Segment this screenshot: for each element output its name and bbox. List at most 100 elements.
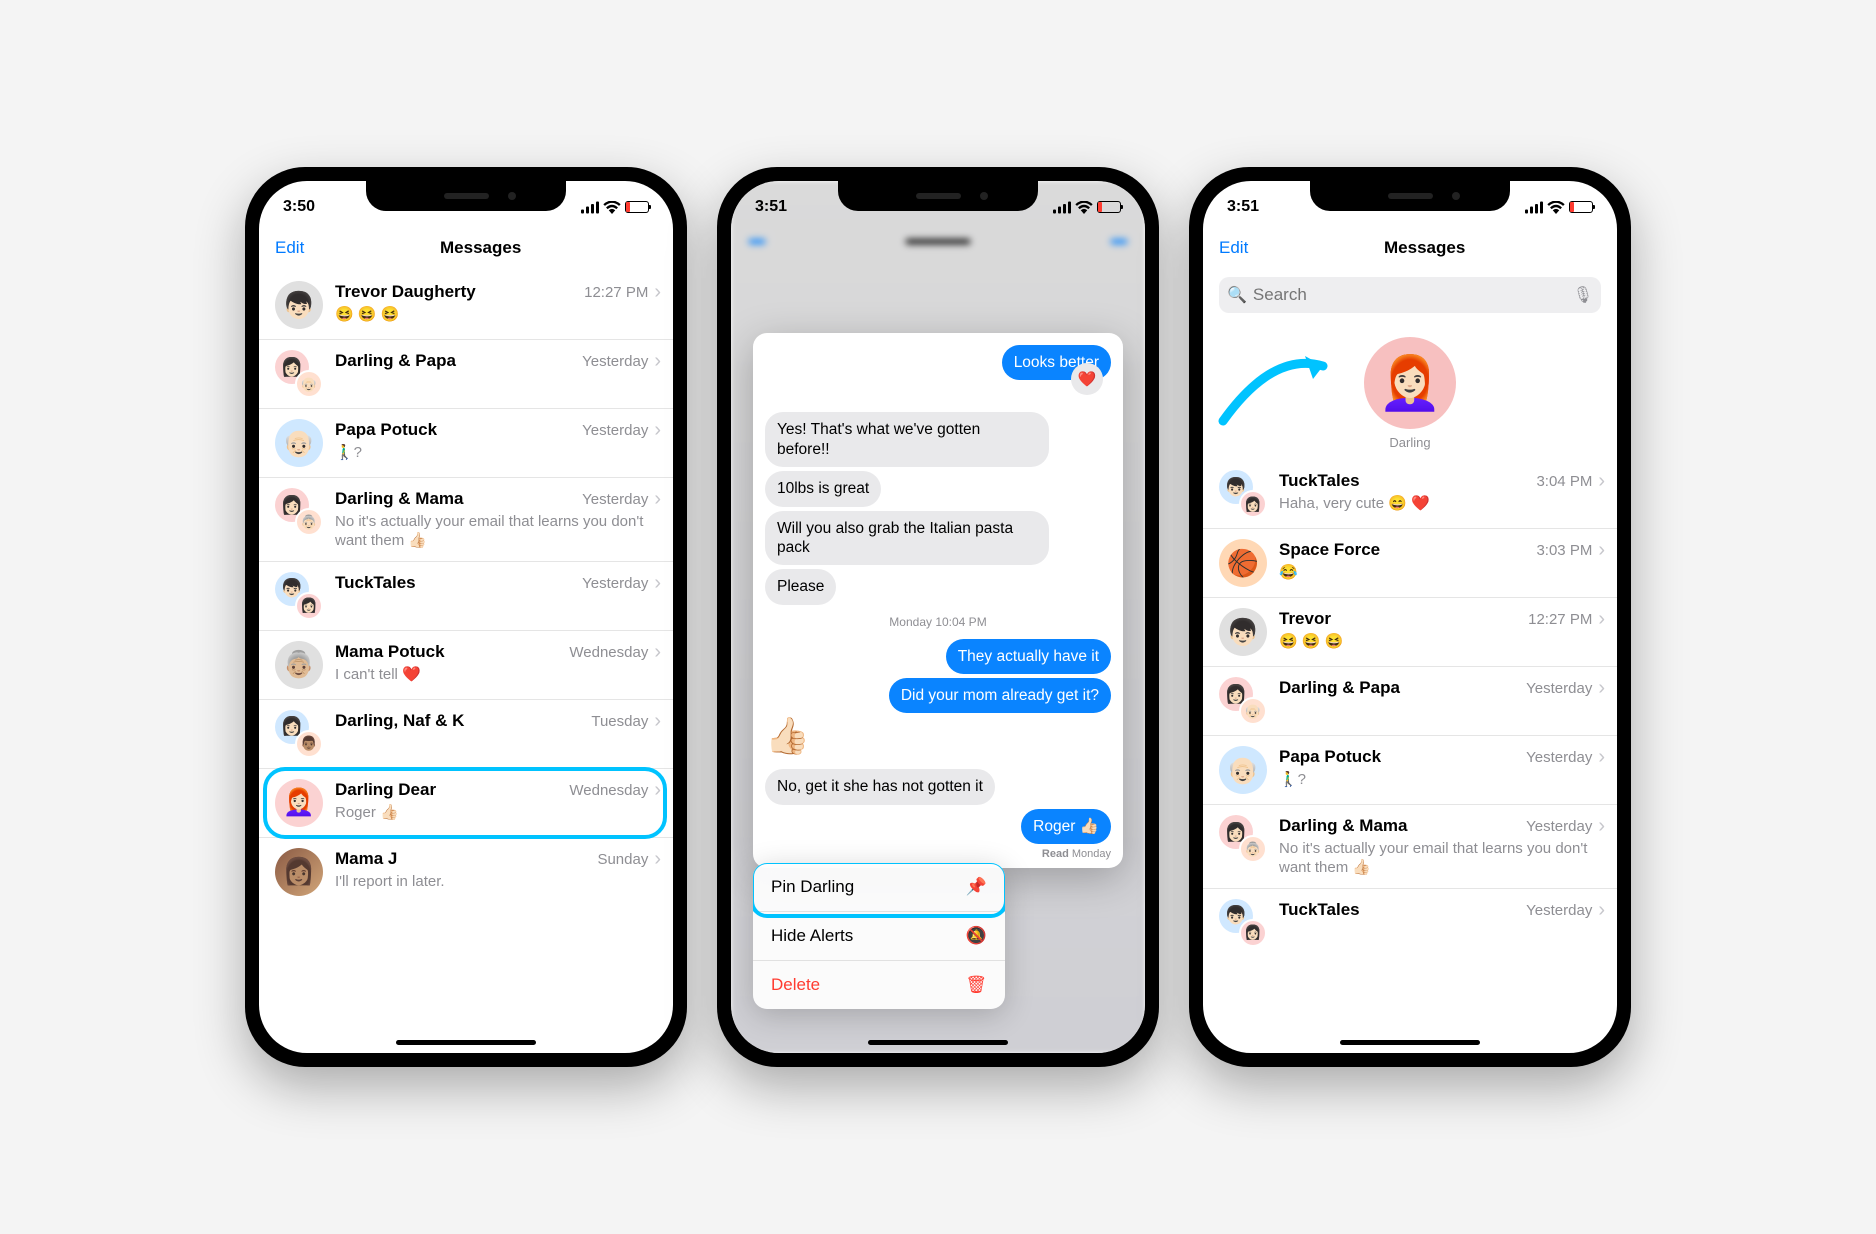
- received-bubble: Will you also grab the Italian pasta pac…: [765, 511, 1049, 566]
- row-time: 12:27 PM: [584, 284, 648, 301]
- avatar: 👩🏻👴🏻: [275, 350, 323, 398]
- conversation-row[interactable]: 👵🏼 Mama PotuckWednesday› I can't tell ❤️: [259, 631, 673, 700]
- chevron-right-icon: ›: [1598, 746, 1605, 769]
- edit-button[interactable]: Edit: [1219, 238, 1248, 258]
- message-preview: No it's actually your email that learns …: [1279, 840, 1605, 878]
- conversation-row[interactable]: 👩🏻👵🏻 Darling & MamaYesterday›No it's act…: [1203, 805, 1617, 889]
- conversation-row[interactable]: 👩🏻👴🏻 Darling & PapaYesterday›: [259, 340, 673, 409]
- avatar: 👵🏼: [275, 641, 323, 689]
- trash-icon: 🗑: [965, 975, 987, 995]
- status-time: 3:50: [283, 198, 315, 216]
- conversation-row[interactable]: 👩🏽 Mama JSunday› I'll report in later.: [259, 838, 673, 906]
- battery-icon: [1097, 201, 1121, 213]
- sent-bubble: They actually have it: [946, 639, 1111, 674]
- contact-name: Darling & Mama: [1279, 816, 1407, 836]
- row-time: Yesterday: [582, 491, 648, 508]
- tapback-heart-icon: ❤️: [1071, 363, 1103, 395]
- conversation-row[interactable]: 👦🏻👩🏻 TuckTalesYesterday›: [1203, 889, 1617, 957]
- delete-conversation-button[interactable]: Delete 🗑: [753, 961, 1005, 1009]
- wifi-icon: [1075, 201, 1093, 214]
- contact-name: Mama J: [335, 849, 397, 869]
- row-time: Tuesday: [591, 713, 648, 730]
- pin-conversation-button[interactable]: Pin Darling 📌: [753, 863, 1005, 912]
- conversation-row[interactable]: 👦🏻👩🏻 TuckTales3:04 PM›Haha, very cute 😄 …: [1203, 460, 1617, 529]
- message-preview: 😆 😆 😆: [1279, 633, 1605, 652]
- received-bubble: No, get it she has not gotten it: [765, 769, 995, 804]
- sent-bubble: Did your mom already get it?: [889, 678, 1111, 713]
- message-preview: 😂: [1279, 564, 1605, 583]
- contact-name: Papa Potuck: [1279, 747, 1381, 767]
- page-title: Messages: [440, 238, 521, 258]
- received-bubble: Yes! That's what we've gotten before!!: [765, 412, 1049, 467]
- avatar: 👩🏻👴🏻: [1219, 677, 1267, 725]
- signal-icon: [1525, 201, 1543, 214]
- row-time: 3:04 PM: [1536, 473, 1592, 490]
- row-time: Wednesday: [569, 644, 648, 661]
- pin-icon: 📌: [966, 877, 987, 897]
- home-indicator[interactable]: [1340, 1040, 1480, 1045]
- avatar: 👩🏻👵🏻: [1219, 815, 1267, 863]
- conversation-list[interactable]: 👦🏻 Trevor Daugherty12:27 PM› 😆 😆 😆 👩🏻👴🏻 …: [259, 271, 673, 906]
- nav-bar: Edit Messages: [1203, 225, 1617, 271]
- avatar: 👴🏻: [275, 419, 323, 467]
- avatar: 👦🏻: [1219, 608, 1267, 656]
- pinned-contact[interactable]: 👩🏻‍🦰 Darling: [1364, 337, 1456, 450]
- contact-name: Darling & Papa: [1279, 678, 1400, 698]
- contact-name: Darling & Papa: [335, 351, 456, 371]
- avatar: 🏀: [1219, 539, 1267, 587]
- message-preview: I can't tell ❤️: [335, 666, 661, 685]
- search-field[interactable]: 🔍 🎙: [1219, 277, 1601, 313]
- contact-name: Darling & Mama: [335, 489, 463, 509]
- chevron-right-icon: ›: [654, 350, 661, 373]
- row-time: Wednesday: [569, 782, 648, 799]
- avatar: 👴🏻: [1219, 746, 1267, 794]
- row-time: 12:27 PM: [1528, 611, 1592, 628]
- conversation-row[interactable]: 👩🏻👨🏽 Darling, Naf & KTuesday›: [259, 700, 673, 769]
- conversation-row[interactable]: 👴🏻 Papa PotuckYesterday›🚶‍♂️?: [1203, 736, 1617, 805]
- conversation-row[interactable]: 👴🏻 Papa PotuckYesterday› 🚶‍♂️?: [259, 409, 673, 478]
- conversation-row-highlighted[interactable]: 👩🏻‍🦰 Darling DearWednesday› Roger 👍🏻: [259, 769, 673, 838]
- search-input[interactable]: [1253, 285, 1567, 305]
- chevron-right-icon: ›: [1598, 815, 1605, 838]
- status-time: 3:51: [755, 198, 787, 216]
- hide-alerts-button[interactable]: Hide Alerts 🔕: [753, 912, 1005, 961]
- chevron-right-icon: ›: [1598, 470, 1605, 493]
- chevron-right-icon: ›: [1598, 899, 1605, 922]
- edit-button[interactable]: Edit: [275, 238, 304, 258]
- contact-name: Trevor Daugherty: [335, 282, 476, 302]
- row-time: Yesterday: [1526, 680, 1592, 697]
- conversation-row[interactable]: 👦🏻 Trevor Daugherty12:27 PM› 😆 😆 😆: [259, 271, 673, 340]
- contact-name: Papa Potuck: [335, 420, 437, 440]
- conversation-preview-card[interactable]: Looks better ❤️ Yes! That's what we've g…: [753, 333, 1123, 868]
- avatar: 👦🏻👩🏻: [275, 572, 323, 620]
- signal-icon: [1053, 201, 1071, 214]
- pinned-name: Darling: [1364, 435, 1456, 450]
- home-indicator[interactable]: [868, 1040, 1008, 1045]
- row-time: 3:03 PM: [1536, 542, 1592, 559]
- conversation-row[interactable]: 🏀 Space Force3:03 PM›😂: [1203, 529, 1617, 598]
- contact-name: Space Force: [1279, 540, 1380, 560]
- conversation-list[interactable]: 👦🏻👩🏻 TuckTales 3:04 PM › Haha, very cute 😄 …: [1203, 460, 1617, 957]
- conversation-row[interactable]: 👩🏻👴🏻 Darling & PapaYesterday›: [1203, 667, 1617, 736]
- row-time: Sunday: [597, 851, 648, 868]
- pin-label: Pin Darling: [771, 877, 854, 897]
- notch: [838, 181, 1038, 211]
- message-preview: 😆 😆 😆: [335, 306, 661, 325]
- notch: [366, 181, 566, 211]
- avatar: 👩🏻👵🏻: [275, 488, 323, 536]
- conversation-row[interactable]: 👦🏻 Trevor12:27 PM›😆 😆 😆: [1203, 598, 1617, 667]
- phone-messages-list: 3:50 Edit Messages 👦🏻 Trevor Daugherty12…: [245, 167, 687, 1067]
- row-time: Yesterday: [582, 422, 648, 439]
- pinned-conversations: 👩🏻‍🦰 Darling: [1203, 323, 1617, 460]
- conversation-row[interactable]: 👩🏻👵🏻 Darling & MamaYesterday› No it's ac…: [259, 478, 673, 562]
- avatar: 👦🏻👩🏻: [1219, 899, 1267, 947]
- contact-name: TuckTales: [1279, 471, 1360, 491]
- home-indicator[interactable]: [396, 1040, 536, 1045]
- message-preview: Haha, very cute 😄 ❤️: [1279, 495, 1605, 514]
- contact-name: Darling Dear: [335, 780, 436, 800]
- contact-name: TuckTales: [1279, 900, 1360, 920]
- chevron-right-icon: ›: [654, 281, 661, 304]
- sent-bubble: Roger 👍🏻: [1021, 809, 1111, 844]
- conversation-row[interactable]: 👦🏻👩🏻 TuckTalesYesterday›: [259, 562, 673, 631]
- mic-icon[interactable]: 🎙: [1573, 285, 1593, 305]
